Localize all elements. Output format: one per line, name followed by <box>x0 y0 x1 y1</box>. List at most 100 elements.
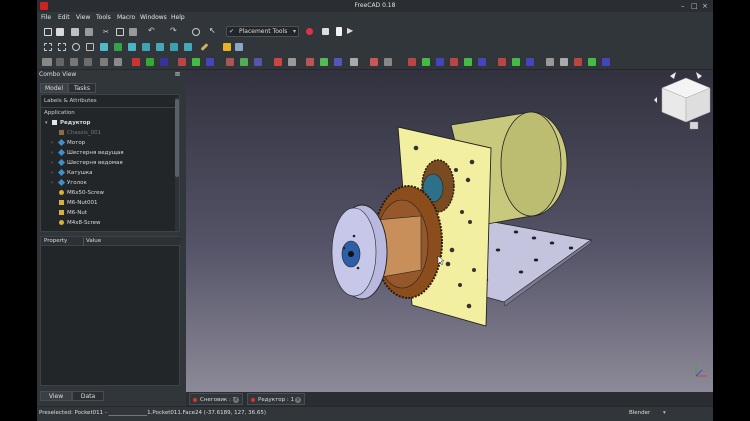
placement-icon-28[interactable] <box>602 58 610 66</box>
placement-icon-15[interactable] <box>408 58 416 66</box>
tree-scrollbar[interactable] <box>175 97 179 231</box>
copy-icon[interactable] <box>116 28 124 36</box>
menu-windows[interactable]: Windows <box>140 14 167 21</box>
placement-icon-16[interactable] <box>422 58 430 66</box>
document-tab[interactable]: Снеговик : 1 × <box>189 393 243 405</box>
refresh-icon[interactable] <box>192 28 200 36</box>
tree-item[interactable]: › Катушка <box>41 168 173 178</box>
placement-icon-13[interactable] <box>370 58 378 66</box>
placement-icon-14[interactable] <box>384 58 392 66</box>
paste-icon[interactable] <box>129 28 137 36</box>
close-icon[interactable]: ⊠ <box>175 71 180 78</box>
placement-icon-18[interactable] <box>450 58 458 66</box>
print-icon[interactable] <box>85 28 93 36</box>
placement-icon-12[interactable] <box>350 58 358 66</box>
placement-icon-25[interactable] <box>560 58 568 66</box>
navigation-style[interactable]: Blender <box>629 410 650 416</box>
cut-icon[interactable]: ✂ <box>103 28 111 36</box>
placement-icon-3[interactable] <box>70 58 78 66</box>
minimize-button[interactable]: – <box>681 2 685 10</box>
placement-icon-21[interactable] <box>498 58 506 66</box>
chevron-down-icon[interactable]: ▾ <box>663 410 666 416</box>
tree-item-root[interactable]: ▾ Редуктор <box>41 118 173 128</box>
tree-item[interactable]: Chassis_001 <box>41 128 173 138</box>
menu-file[interactable]: File <box>41 14 51 21</box>
move-x-icon[interactable] <box>178 58 186 66</box>
record-macro-icon[interactable] <box>306 28 313 35</box>
scrollbar-thumb[interactable] <box>175 99 179 177</box>
placement-icon-17[interactable] <box>436 58 444 66</box>
chevron-right-icon[interactable]: › <box>51 168 53 178</box>
placement-icon-27[interactable] <box>588 58 596 66</box>
tab-view[interactable]: View <box>40 391 72 401</box>
placement-icon-4[interactable] <box>84 58 92 66</box>
fit-all-icon[interactable] <box>44 43 52 51</box>
tree-item[interactable]: › Уголок <box>41 178 173 188</box>
3d-view[interactable] <box>186 70 713 392</box>
placement-icon-1[interactable] <box>42 58 52 66</box>
view-front-icon[interactable] <box>114 43 122 51</box>
placement-icon-8[interactable] <box>288 58 296 66</box>
view-top-icon[interactable] <box>128 43 136 51</box>
chevron-down-icon[interactable]: ▾ <box>45 118 48 128</box>
rotate-z-icon[interactable] <box>254 58 262 66</box>
placement-icon-7[interactable] <box>274 58 282 66</box>
placement-icon-6[interactable] <box>114 58 122 66</box>
tree-item[interactable]: M6-Nut <box>41 208 173 218</box>
rotate-y-icon[interactable] <box>240 58 248 66</box>
move-z-icon[interactable] <box>206 58 214 66</box>
whats-this-icon[interactable]: ↖ <box>209 27 217 35</box>
placement-icon-26[interactable] <box>574 58 582 66</box>
macros-icon[interactable] <box>336 27 342 36</box>
placement-icon-20[interactable] <box>478 58 486 66</box>
navigation-cube[interactable] <box>654 72 713 130</box>
view-rear-icon[interactable] <box>156 43 164 51</box>
placement-icon-10[interactable] <box>320 58 328 66</box>
chevron-right-icon[interactable]: › <box>51 158 53 168</box>
tree-item[interactable]: M6x50-Screw <box>41 188 173 198</box>
close-icon[interactable]: × <box>295 397 301 403</box>
view-bottom-icon[interactable] <box>170 43 178 51</box>
property-column-header[interactable]: Property <box>44 238 67 244</box>
tree-item[interactable]: M4x8-Screw <box>41 218 173 228</box>
open-file-icon[interactable] <box>56 28 64 36</box>
view-left-icon[interactable] <box>184 43 192 51</box>
placement-icon-19[interactable] <box>464 58 472 66</box>
close-window-button[interactable]: × <box>702 2 708 10</box>
close-icon[interactable]: × <box>233 397 239 403</box>
save-icon[interactable] <box>71 28 79 36</box>
value-column-header[interactable]: Value <box>86 238 101 244</box>
placement-icon-5[interactable] <box>100 58 108 66</box>
chevron-right-icon[interactable]: › <box>51 138 53 148</box>
placement-icon-23[interactable] <box>526 58 534 66</box>
menu-edit[interactable]: Edit <box>58 14 70 21</box>
tab-model[interactable]: Model <box>40 83 68 93</box>
placement-icon-2[interactable] <box>56 58 64 66</box>
align-z-icon[interactable] <box>160 58 168 66</box>
move-y-icon[interactable] <box>192 58 200 66</box>
view-isometric-icon[interactable] <box>100 43 108 51</box>
tree-item[interactable]: M6-Nut001 <box>41 198 173 208</box>
rotate-x-icon[interactable] <box>226 58 234 66</box>
create-group-icon[interactable] <box>235 43 243 51</box>
placement-icon-11[interactable] <box>334 58 342 66</box>
chevron-right-icon[interactable]: › <box>51 148 53 158</box>
tree-item[interactable]: › Шестерня ведущая <box>41 148 173 158</box>
menu-view[interactable]: View <box>76 14 90 21</box>
maximize-button[interactable]: □ <box>691 2 698 10</box>
create-part-icon[interactable] <box>223 43 231 51</box>
redo-icon[interactable]: ↷ <box>170 27 178 35</box>
workbench-selector[interactable]: ✔ Placement Tools ▾ <box>226 26 299 37</box>
align-y-icon[interactable] <box>146 58 154 66</box>
menu-help[interactable]: Help <box>171 14 185 21</box>
bounding-box-icon[interactable] <box>86 43 94 51</box>
placement-icon-22[interactable] <box>512 58 520 66</box>
new-file-icon[interactable] <box>44 28 52 36</box>
menu-macro[interactable]: Macro <box>117 14 135 21</box>
menu-tools[interactable]: Tools <box>96 14 111 21</box>
document-tab-active[interactable]: Редуктор : 1 × <box>247 393 305 405</box>
placement-icon-24[interactable] <box>546 58 554 66</box>
undo-icon[interactable]: ↶ <box>148 27 156 35</box>
tab-tasks[interactable]: Tasks <box>68 83 96 93</box>
view-right-icon[interactable] <box>142 43 150 51</box>
